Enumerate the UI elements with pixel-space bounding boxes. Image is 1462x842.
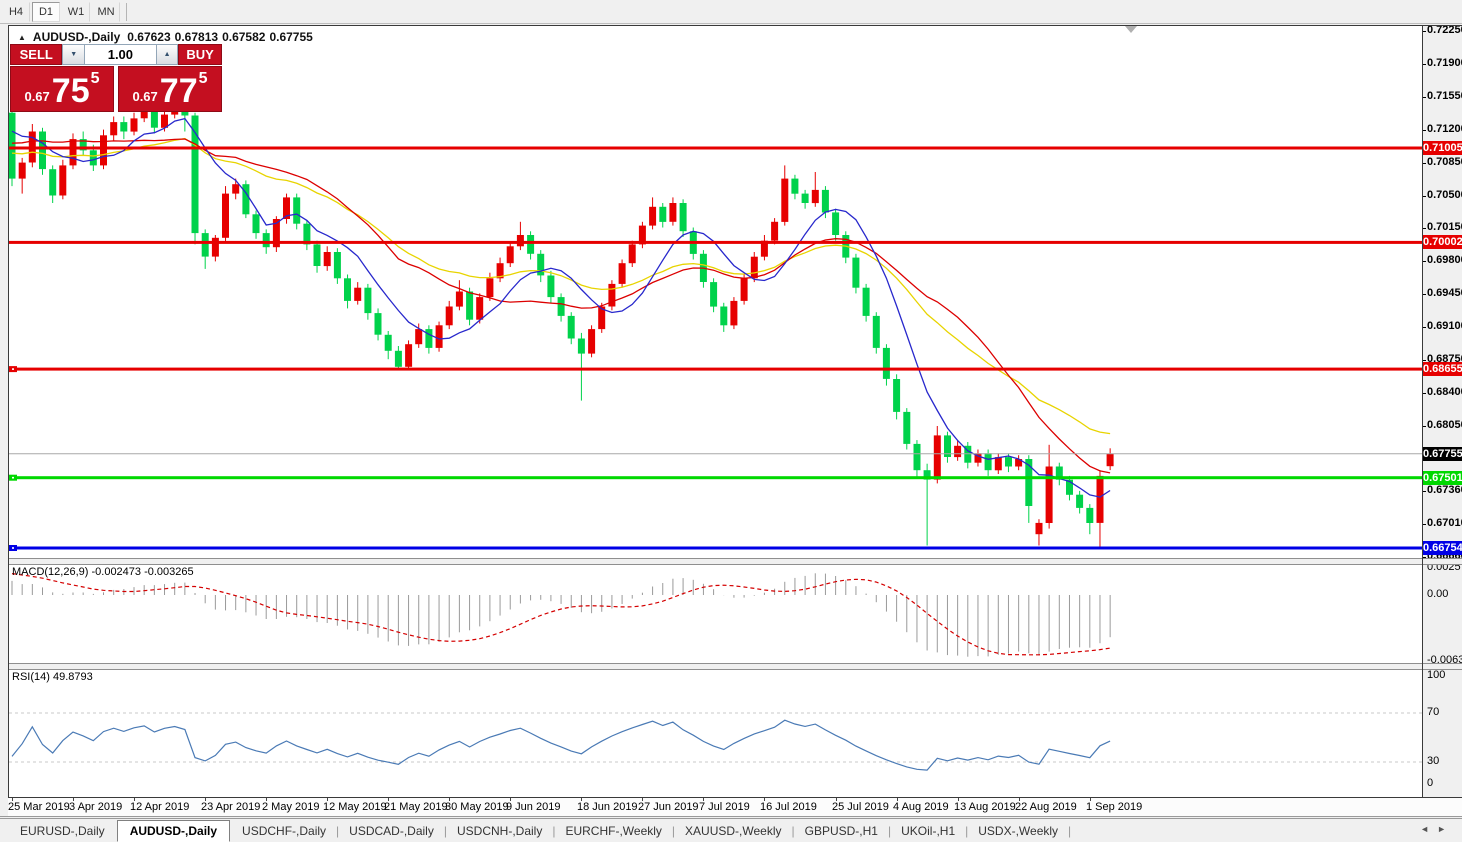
current-price-label: 0.67755 (1423, 447, 1462, 461)
chart-title: ▲ AUDUSD-,Daily 0.67623 0.67813 0.67582 … (18, 30, 313, 44)
chart-tab-usdchf[interactable]: USDCHF-,Daily (232, 822, 336, 840)
symbol-period-label: AUDUSD-,Daily (32, 30, 121, 44)
buy-button[interactable]: BUY (178, 44, 223, 65)
pane-splitter[interactable] (8, 663, 1462, 670)
date-tick: 21 May 2019 (384, 801, 448, 813)
sell-price-display[interactable]: 0.67 75 5 (10, 66, 114, 112)
chart-tab-usdx[interactable]: USDX-,Weekly (968, 822, 1068, 840)
price-tick: 0.72250 (1427, 24, 1462, 36)
price-tick: 0.71550 (1427, 90, 1462, 102)
chart-shift-marker[interactable] (1125, 26, 1137, 33)
chart-tab-xauusd[interactable]: XAUUSD-,Weekly (675, 822, 791, 840)
price-tick: 0.69100 (1427, 320, 1462, 332)
timeframe-button-w1[interactable]: W1 (62, 1, 90, 22)
buy-price-small: 0.67 (132, 89, 158, 104)
date-tick: 1 Sep 2019 (1086, 801, 1143, 813)
rsi-scale-tick: 70 (1427, 706, 1440, 718)
triangle-down-icon: ▼ (70, 51, 78, 58)
rsi-value: 49.8793 (52, 671, 93, 683)
chart-tab-ukoil[interactable]: UKOil-,H1 (891, 822, 965, 840)
macd-pane[interactable] (9, 563, 1422, 663)
chart-tab-eurusd[interactable]: EURUSD-,Daily (10, 822, 115, 840)
sell-price-sup: 5 (90, 70, 100, 87)
hline-price-label: 0.70002 (1423, 235, 1462, 249)
rsi-label: RSI(14) 49.8793 (12, 671, 93, 683)
hline-price-label: 0.71005 (1423, 141, 1462, 155)
tabs-scroll-left-icon[interactable]: ◄ (1420, 824, 1437, 834)
collapse-trade-panel-icon[interactable]: ▲ (18, 33, 26, 42)
chart-tabs: EURUSD-,Daily AUDUSD-,Daily USDCHF-,Daily |… (0, 818, 1462, 842)
price-tick: 0.71900 (1427, 57, 1462, 69)
date-tick: 2 May 2019 (262, 801, 320, 813)
tabs-scroll-right-icon[interactable]: ► (1437, 824, 1454, 834)
timeframe-toolbar: H4 D1 W1 MN (0, 0, 1462, 24)
pane-splitter[interactable] (8, 558, 1462, 565)
sell-price-small: 0.67 (24, 89, 50, 104)
rsi-pane[interactable] (9, 668, 1422, 797)
price-tick: 0.71200 (1427, 123, 1462, 135)
date-tick: 30 May 2019 (445, 801, 509, 813)
date-tick: 22 Aug 2019 (1015, 801, 1077, 813)
price-tick: 0.70850 (1427, 156, 1462, 168)
date-tick: 12 May 2019 (323, 801, 387, 813)
timeframe-button-d1[interactable]: D1 (32, 1, 60, 22)
sell-button[interactable]: SELL (10, 44, 63, 65)
macd-values: -0.002473 -0.003265 (91, 566, 194, 578)
date-tick: 25 Mar 2019 (8, 801, 70, 813)
volume-decrease-button[interactable]: ▼ (62, 44, 85, 65)
date-tick: 25 Jul 2019 (832, 801, 889, 813)
price-tick: 0.70500 (1427, 189, 1462, 201)
tab-separator: | (1068, 824, 1072, 838)
price-tick: 0.70150 (1427, 221, 1462, 233)
timeframe-button-h4[interactable]: H4 (2, 1, 30, 22)
hline-price-label: 0.67501 (1423, 471, 1462, 485)
volume-increase-button[interactable]: ▲ (155, 44, 179, 65)
trading-terminal: H4 D1 W1 MN ▲ AUDUSD-,Daily 0.67623 0.67813… (0, 0, 1462, 842)
ohlc-low: 0.67582 (222, 30, 266, 44)
date-tick: 3 Apr 2019 (69, 801, 123, 813)
date-tick: 13 Aug 2019 (954, 801, 1016, 813)
toolbar-separator (126, 2, 127, 21)
price-tick: 0.67360 (1427, 484, 1462, 496)
ohlc-high: 0.67813 (174, 30, 219, 44)
ohlc-open: 0.67623 (127, 30, 171, 44)
date-tick: 27 Jun 2019 (638, 801, 699, 813)
buy-price-big: 77 (159, 72, 198, 110)
triangle-up-icon: ▲ (163, 51, 171, 58)
macd-scale-tick: 0.00 (1427, 588, 1449, 600)
chart-tab-gbpusd[interactable]: GBPUSD-,H1 (795, 822, 888, 840)
chart-tab-usdcad[interactable]: USDCAD-,Daily (339, 822, 444, 840)
buy-price-sup: 5 (198, 70, 208, 87)
sell-price-big: 75 (51, 72, 90, 110)
buy-price-display[interactable]: 0.67 77 5 (118, 66, 222, 112)
ohlc-close: 0.67755 (269, 30, 313, 44)
macd-label: MACD(12,26,9) -0.002473 -0.003265 (12, 566, 194, 578)
date-tick: 16 Jul 2019 (760, 801, 817, 813)
timeframe-button-mn[interactable]: MN (92, 1, 120, 22)
rsi-scale-tick: 100 (1427, 669, 1446, 681)
date-tick: 23 Apr 2019 (201, 801, 261, 813)
price-tick: 0.67010 (1427, 517, 1462, 529)
date-tick: 12 Apr 2019 (130, 801, 190, 813)
chart-tab-eurchf[interactable]: EURCHF-,Weekly (555, 822, 671, 840)
price-tick: 0.68050 (1427, 419, 1462, 431)
volume-input[interactable] (84, 44, 156, 65)
chart-tab-audusd[interactable]: AUDUSD-,Daily (116, 820, 231, 842)
hline-price-label: 0.68655 (1423, 362, 1462, 376)
date-tick: 4 Aug 2019 (893, 801, 949, 813)
price-tick: 0.69450 (1427, 287, 1462, 299)
date-tick: 9 Jun 2019 (506, 801, 561, 813)
rsi-scale-tick: 0 (1427, 777, 1434, 789)
date-tick: 18 Jun 2019 (577, 801, 638, 813)
chart-tab-usdcnh[interactable]: USDCNH-,Daily (447, 822, 552, 840)
one-click-trading-panel: SELL ▼ ▲ BUY 0.67 75 5 0.67 77 5 (10, 44, 223, 112)
price-tick: 0.68400 (1427, 386, 1462, 398)
price-tick: 0.69800 (1427, 254, 1462, 266)
date-tick: 7 Jul 2019 (699, 801, 750, 813)
rsi-scale-tick: 30 (1427, 755, 1440, 767)
hline-price-label: 0.66754 (1423, 541, 1462, 555)
